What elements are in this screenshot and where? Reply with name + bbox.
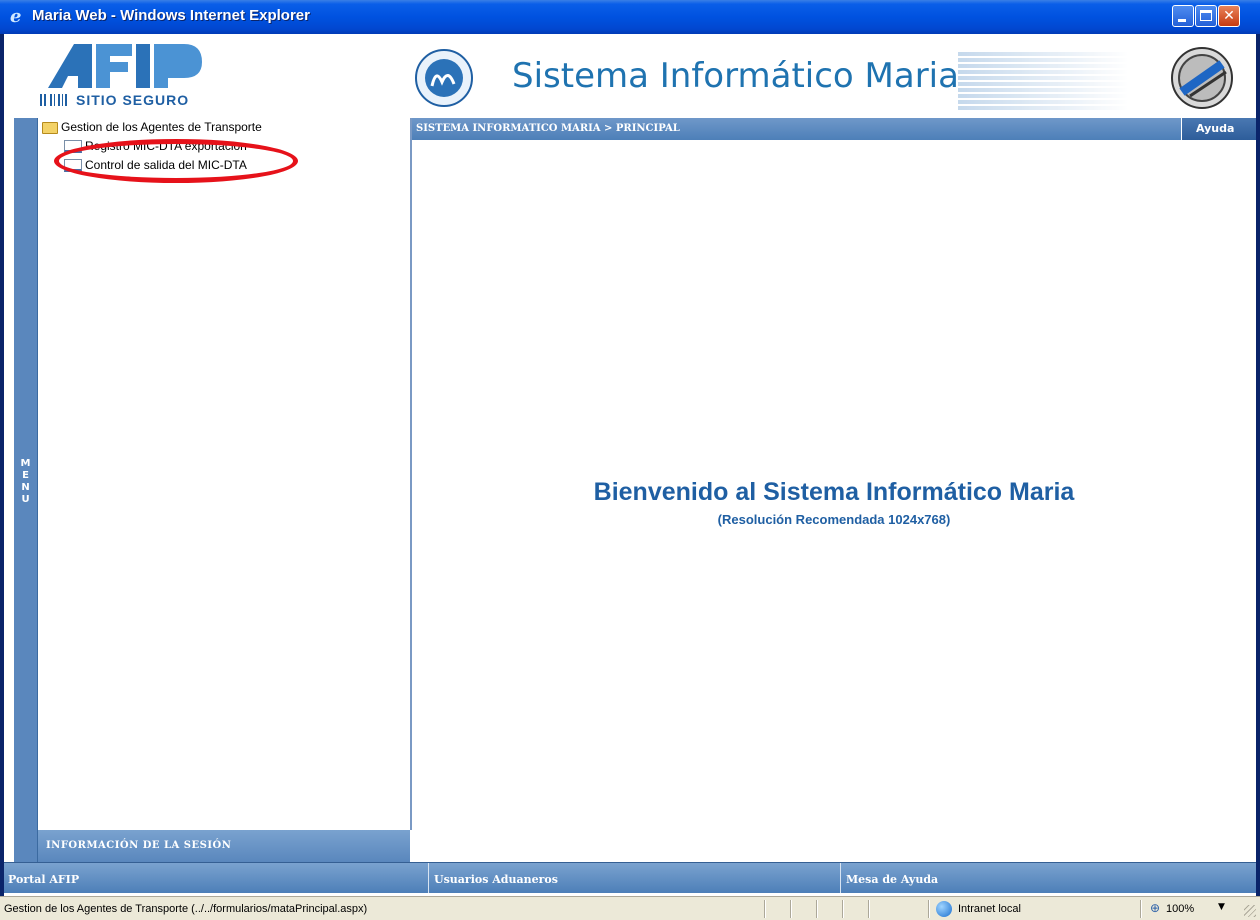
red-highlight-ellipse bbox=[54, 139, 298, 183]
status-divider bbox=[1140, 900, 1141, 918]
session-info-label: INFORMACIÓN DE LA SESIÓN bbox=[46, 840, 232, 851]
footer-divider bbox=[840, 863, 841, 893]
menu-toggle-strip[interactable]: M E N U bbox=[14, 118, 38, 862]
session-info-bar[interactable]: INFORMACIÓN DE LA SESIÓN bbox=[38, 830, 410, 862]
close-icon: ✕ bbox=[1223, 8, 1235, 24]
menu-letter: U bbox=[21, 494, 30, 505]
minimize-icon bbox=[1178, 19, 1186, 22]
status-divider bbox=[928, 900, 929, 918]
menu-letter: N bbox=[21, 482, 30, 493]
afip-tagline: SITIO SEGURO bbox=[76, 92, 190, 108]
window-title: Maria Web - Windows Internet Explorer bbox=[32, 7, 310, 24]
footer-link-portal-afip[interactable]: Portal AFIP bbox=[8, 873, 79, 886]
zoom-dropdown-icon[interactable]: ▼ bbox=[1218, 902, 1225, 912]
intranet-zone-icon bbox=[936, 901, 952, 917]
site-header: SITIO SEGURO Sistema Informático Maria bbox=[4, 34, 1256, 119]
menu-letter: E bbox=[22, 470, 29, 481]
maximize-icon bbox=[1200, 10, 1212, 21]
maximize-button[interactable] bbox=[1195, 5, 1217, 27]
breadcrumb: SISTEMA INFORMATICO MARIA > PRINCIPAL bbox=[416, 123, 680, 134]
secure-site-seal bbox=[1171, 47, 1233, 109]
help-label: Ayuda bbox=[1196, 122, 1235, 135]
breadcrumb-bar: SISTEMA INFORMATICO MARIA > PRINCIPAL Ay… bbox=[412, 118, 1256, 141]
status-divider bbox=[764, 900, 765, 918]
tree-item-label: Gestion de los Agentes de Transporte bbox=[61, 120, 262, 134]
status-divider bbox=[790, 900, 791, 918]
menu-vertical-label: M E N U bbox=[14, 458, 37, 506]
footer-link-mesa-de-ayuda[interactable]: Mesa de Ayuda bbox=[846, 873, 938, 886]
resize-grip[interactable] bbox=[1244, 905, 1256, 917]
zoom-icon: ⊕ bbox=[1150, 901, 1161, 915]
status-text: Gestion de los Agentes de Transporte (..… bbox=[4, 903, 368, 915]
internet-explorer-icon: e bbox=[10, 6, 22, 27]
resolution-note: (Resolución Recomendada 1024x768) bbox=[717, 512, 951, 527]
status-divider bbox=[842, 900, 843, 918]
status-divider bbox=[816, 900, 817, 918]
footer-link-usuarios-aduaneros[interactable]: Usuarios Aduaneros bbox=[434, 873, 558, 886]
left-menu-panel: M E N U Gestion de los Agentes de Transp… bbox=[4, 118, 412, 862]
close-button[interactable]: ✕ bbox=[1218, 5, 1240, 27]
system-title: Sistema Informático Maria bbox=[512, 56, 959, 96]
tree-folder-gestion[interactable]: Gestion de los Agentes de Transporte bbox=[42, 120, 262, 134]
status-divider bbox=[868, 900, 869, 918]
title-bar[interactable]: e Maria Web - Windows Internet Explorer … bbox=[0, 0, 1260, 34]
folder-icon bbox=[42, 121, 58, 134]
menu-tree: Gestion de los Agentes de Transporte Reg… bbox=[38, 118, 412, 830]
status-bar: Gestion de los Agentes de Transporte (..… bbox=[0, 896, 1260, 920]
help-button[interactable]: Ayuda bbox=[1181, 118, 1256, 140]
footer-divider bbox=[428, 863, 429, 893]
menu-letter: M bbox=[20, 458, 31, 469]
browser-window: e Maria Web - Windows Internet Explorer … bbox=[0, 0, 1260, 920]
zoom-level[interactable]: 100% bbox=[1166, 903, 1194, 915]
main-content: Bienvenido al Sistema Informático Maria … bbox=[412, 140, 1256, 862]
security-zone[interactable]: Intranet local bbox=[958, 903, 1021, 915]
footer-link-bar: Portal AFIP Usuarios Aduaneros Mesa de A… bbox=[4, 862, 1256, 893]
pixel-pattern-decoration bbox=[958, 50, 1128, 110]
maria-seal-logo bbox=[415, 49, 473, 107]
welcome-heading: Bienvenido al Sistema Informático Maria bbox=[593, 478, 1075, 506]
minimize-button[interactable] bbox=[1172, 5, 1194, 27]
